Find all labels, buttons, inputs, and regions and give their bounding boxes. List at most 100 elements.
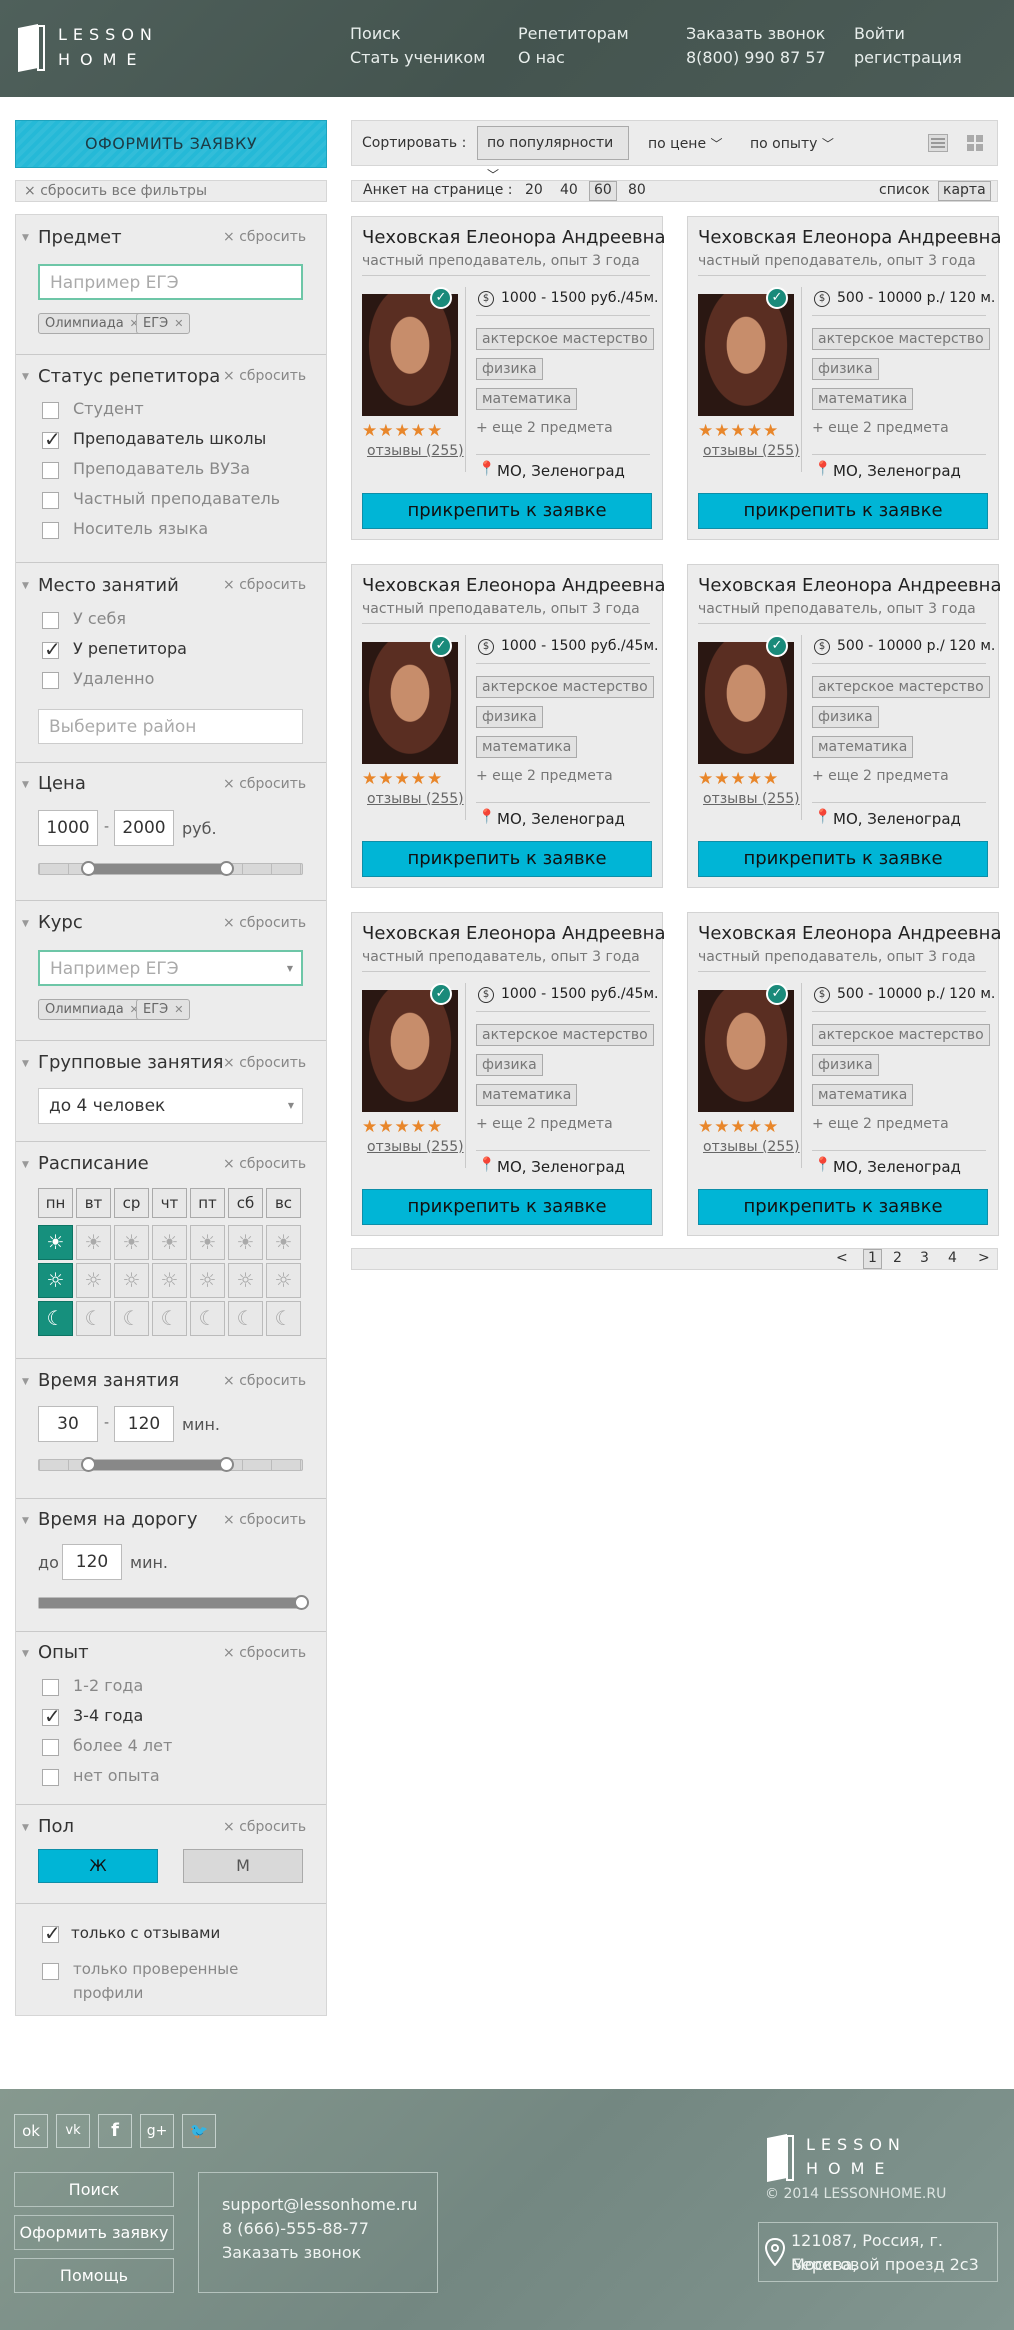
nav-order-call[interactable]: Заказать звонок: [686, 22, 826, 46]
tutor-name[interactable]: Чеховская Елеонора Андреевна: [362, 227, 665, 248]
status-checkbox[interactable]: [42, 462, 59, 479]
footer-order-button[interactable]: Оформить заявку: [14, 2215, 174, 2250]
experience-reset[interactable]: × сбросить: [223, 1645, 306, 1661]
subject-tag[interactable]: актерское мастерство: [812, 328, 990, 350]
place-reset[interactable]: × сбросить: [223, 577, 306, 593]
evening-slot-icon[interactable]: ☾: [76, 1301, 111, 1336]
subject-tag[interactable]: физика: [812, 1054, 879, 1076]
tutor-name[interactable]: Чеховская Елеонора Андреевна: [362, 923, 665, 944]
more-subjects-link[interactable]: + еще 2 предмета: [476, 1116, 613, 1132]
verified-label-line1[interactable]: только проверенные: [73, 1960, 238, 1978]
subject-tag[interactable]: математика: [812, 736, 914, 758]
list-view-icon[interactable]: [928, 134, 948, 152]
evening-slot-icon[interactable]: ☾: [38, 1301, 73, 1336]
experience-checkbox[interactable]: [42, 1769, 59, 1786]
place-checkbox[interactable]: [42, 637, 61, 661]
district-input[interactable]: Выберите район: [38, 709, 303, 744]
tutor-photo[interactable]: [362, 990, 458, 1112]
sort-experience[interactable]: по опыту ﹀: [750, 135, 834, 152]
reviews-link[interactable]: отзывы (255): [703, 791, 800, 807]
footer-help-button[interactable]: Помощь: [14, 2258, 174, 2293]
subject-tag[interactable]: актерское мастерство: [476, 1024, 654, 1046]
tutor-card[interactable]: Чеховская Елеонора Андреевна частный преп…: [687, 564, 1001, 888]
per-page-option[interactable]: 80: [628, 182, 646, 198]
experience-option[interactable]: 1-2 года: [73, 1676, 143, 1695]
status-checkbox[interactable]: [42, 522, 59, 539]
reviews-link[interactable]: отзывы (255): [367, 791, 464, 807]
evening-slot-icon[interactable]: ☾: [114, 1301, 149, 1336]
subject-reset[interactable]: × сбросить: [223, 229, 306, 245]
price-from-input[interactable]: 1000: [38, 810, 98, 846]
logo-door-icon[interactable]: [16, 22, 46, 74]
experience-checkbox[interactable]: [42, 1679, 59, 1696]
status-option[interactable]: Преподаватель школы: [73, 429, 266, 448]
status-checkbox[interactable]: [42, 427, 61, 451]
travel-time-handle[interactable]: [294, 1595, 309, 1610]
footer-search-button[interactable]: Поиск: [14, 2172, 174, 2207]
evening-slot-icon[interactable]: ☾: [266, 1301, 301, 1336]
nav-phone[interactable]: 8(800) 990 87 57: [686, 46, 826, 70]
experience-option[interactable]: более 4 лет: [73, 1736, 172, 1755]
subject-tag[interactable]: физика: [476, 358, 543, 380]
place-option[interactable]: Удаленно: [73, 669, 154, 688]
morning-slot-icon[interactable]: ☀: [190, 1225, 225, 1260]
list-view-link[interactable]: список: [879, 182, 930, 198]
tutor-name[interactable]: Чеховская Елеонора Андреевна: [698, 575, 1001, 596]
order-button[interactable]: ОФОРМИТЬ ЗАЯВКУ: [15, 120, 327, 168]
morning-slot-icon[interactable]: ☀: [76, 1225, 111, 1260]
day-slot-icon[interactable]: ☼: [38, 1263, 73, 1298]
subject-tag[interactable]: актерское мастерство: [476, 676, 654, 698]
price-reset[interactable]: × сбросить: [223, 776, 306, 792]
nav-register[interactable]: регистрация: [854, 46, 962, 70]
collapse-triangle-icon[interactable]: ▼: [22, 1823, 29, 1833]
morning-slot-icon[interactable]: ☀: [152, 1225, 187, 1260]
group-select[interactable]: до 4 человек ▼: [38, 1088, 303, 1124]
more-subjects-link[interactable]: + еще 2 предмета: [812, 420, 949, 436]
pagination-page[interactable]: 3: [920, 1250, 929, 1266]
verified-label-line2[interactable]: профили: [73, 1984, 143, 2002]
day-slot-icon[interactable]: ☼: [228, 1263, 263, 1298]
subject-tag[interactable]: математика: [812, 1084, 914, 1106]
collapse-triangle-icon[interactable]: ▼: [22, 919, 29, 929]
tutor-photo[interactable]: [698, 294, 794, 416]
status-checkbox[interactable]: [42, 402, 59, 419]
lesson-time-reset[interactable]: × сбросить: [223, 1373, 306, 1389]
pagination-page[interactable]: 4: [948, 1250, 957, 1266]
tutor-name[interactable]: Чеховская Елеонора Андреевна: [698, 923, 1001, 944]
evening-slot-icon[interactable]: ☾: [152, 1301, 187, 1336]
schedule-day-1[interactable]: вт: [76, 1188, 111, 1218]
collapse-triangle-icon[interactable]: ▼: [22, 581, 29, 591]
schedule-day-5[interactable]: сб: [228, 1188, 263, 1218]
day-slot-icon[interactable]: ☼: [190, 1263, 225, 1298]
reviews-link[interactable]: отзывы (255): [367, 443, 464, 459]
collapse-triangle-icon[interactable]: ▼: [22, 1059, 29, 1069]
morning-slot-icon[interactable]: ☀: [228, 1225, 263, 1260]
travel-time-reset[interactable]: × сбросить: [223, 1512, 306, 1528]
day-slot-icon[interactable]: ☼: [76, 1263, 111, 1298]
with-reviews-checkbox[interactable]: [42, 1921, 61, 1945]
status-option[interactable]: Частный преподаватель: [73, 489, 280, 508]
nav-search[interactable]: Поиск: [350, 22, 485, 46]
place-option[interactable]: У себя: [73, 609, 126, 628]
grid-view-icon[interactable]: [966, 134, 984, 152]
status-checkbox[interactable]: [42, 492, 59, 509]
nav-login[interactable]: Войти: [854, 22, 962, 46]
subject-tag[interactable]: математика: [476, 736, 578, 758]
tutor-photo[interactable]: [698, 642, 794, 764]
collapse-triangle-icon[interactable]: ▼: [22, 1516, 29, 1526]
per-page-option-selected[interactable]: 60: [589, 181, 617, 201]
travel-time-input[interactable]: 120: [62, 1544, 122, 1580]
nav-for-tutors[interactable]: Репетиторам: [518, 22, 629, 46]
tutor-card[interactable]: Чеховская Елеонора Андреевна частный преп…: [687, 912, 1001, 1236]
experience-checkbox[interactable]: [42, 1739, 59, 1756]
price-to-input[interactable]: 2000: [114, 810, 174, 846]
reset-all-filters[interactable]: × сбросить все фильтры: [15, 180, 327, 202]
tutor-photo[interactable]: [698, 990, 794, 1112]
experience-option[interactable]: 3-4 года: [73, 1706, 143, 1725]
collapse-triangle-icon[interactable]: ▼: [22, 1160, 29, 1170]
course-tag[interactable]: Олимпиада ✕: [38, 999, 146, 1020]
status-reset[interactable]: × сбросить: [223, 368, 306, 384]
pagination-page[interactable]: 2: [893, 1250, 902, 1266]
schedule-day-2[interactable]: ср: [114, 1188, 149, 1218]
attach-to-request-button[interactable]: прикрепить к заявке: [362, 493, 652, 529]
